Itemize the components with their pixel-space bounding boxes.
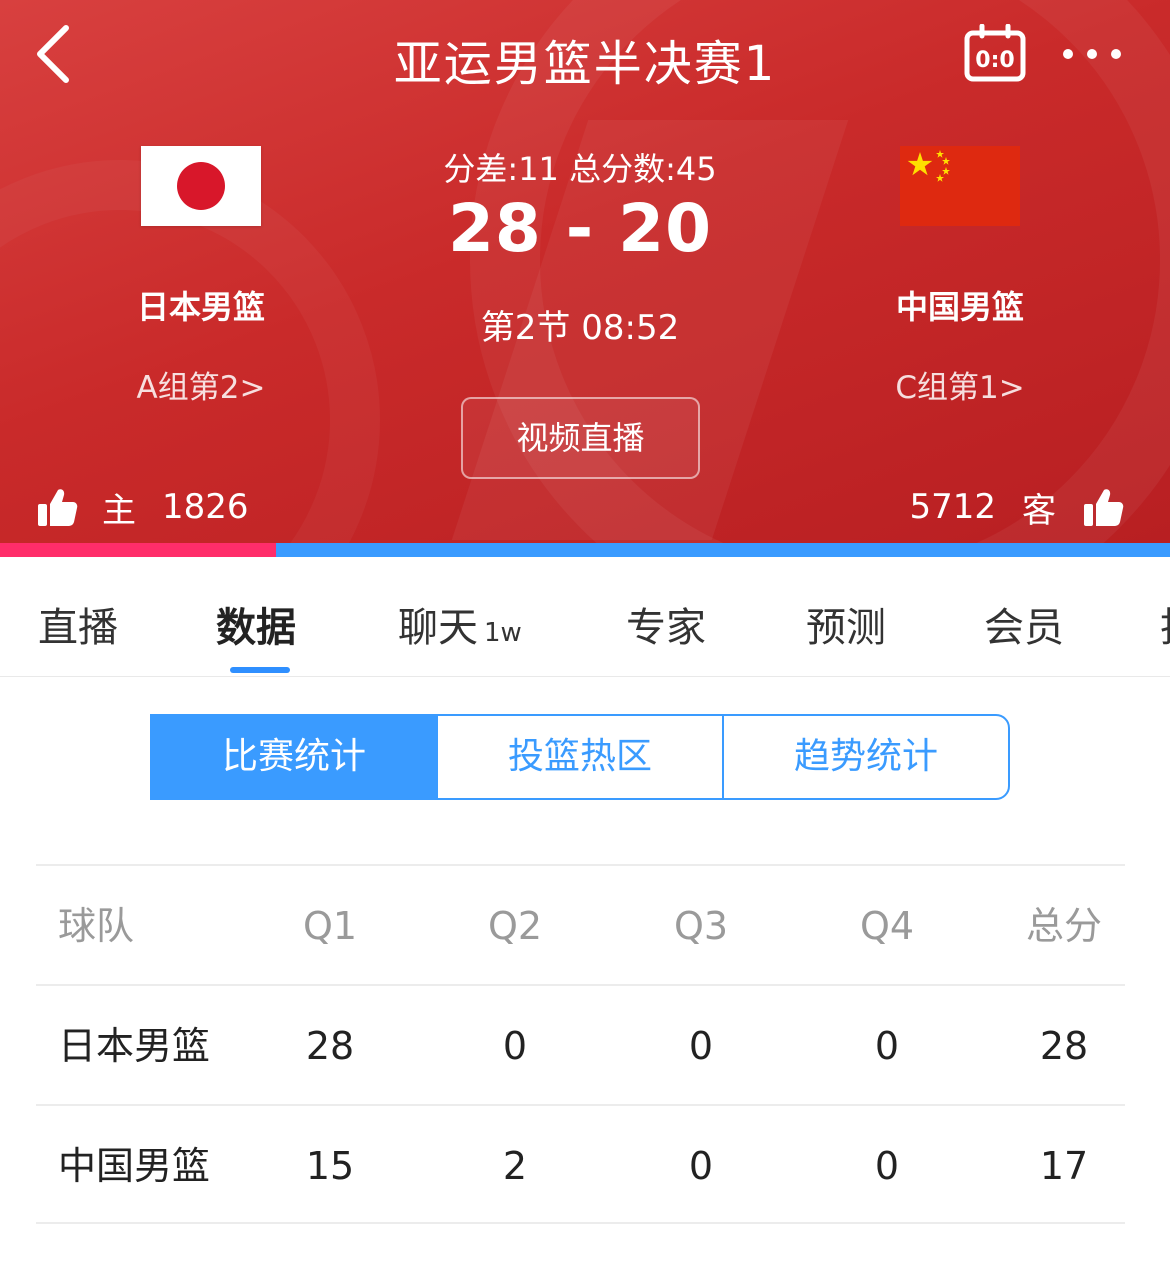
score-cell: 0 bbox=[874, 1144, 900, 1188]
home-like[interactable]: 主 1826 bbox=[36, 484, 249, 531]
score-cell: 0 bbox=[688, 1144, 714, 1188]
total-cell: 17 bbox=[1039, 1144, 1089, 1188]
column-header: 总分 bbox=[1025, 904, 1102, 948]
score-cell: 0 bbox=[874, 1024, 900, 1068]
china-flag-stars bbox=[900, 146, 1020, 226]
china-flag bbox=[900, 146, 1020, 226]
active-tab-indicator bbox=[230, 667, 290, 673]
table-header-row: 球队 Q1 Q2 Q3 Q4 总分 bbox=[36, 864, 1125, 984]
tab-bar: 直播 数据 聊天1w 专家 预测 会员 投 bbox=[0, 557, 1170, 677]
more-icon bbox=[1063, 49, 1121, 59]
scoreboard-button[interactable]: 0:0 bbox=[964, 23, 1026, 82]
segment-match-stats[interactable]: 比赛统计 bbox=[152, 716, 438, 798]
tab-overflow[interactable]: 投 bbox=[1160, 595, 1170, 653]
vote-home-fill bbox=[0, 543, 277, 557]
score-cell: 0 bbox=[688, 1024, 714, 1068]
team-cell: 中国男篮 bbox=[58, 1144, 211, 1188]
live-score: 28 - 20 bbox=[447, 190, 713, 267]
column-header: Q3 bbox=[673, 904, 729, 948]
tab-prediction[interactable]: 预测 bbox=[806, 595, 886, 653]
tab-live[interactable]: 直播 bbox=[38, 595, 118, 653]
column-header: Q4 bbox=[859, 904, 915, 948]
away-like-label: 客 bbox=[1022, 490, 1056, 531]
tab-label: 专家 bbox=[626, 605, 706, 651]
tab-experts[interactable]: 专家 bbox=[626, 595, 706, 653]
away-team-name[interactable]: 中国男篮 bbox=[840, 282, 1080, 328]
tab-chat[interactable]: 聊天 1w bbox=[398, 595, 522, 653]
score-diff-total: 分差:11 总分数:45 bbox=[443, 150, 717, 188]
thumbs-up-icon bbox=[1084, 489, 1124, 526]
back-arrow-icon bbox=[37, 25, 69, 83]
tab-label: 会员 bbox=[984, 605, 1064, 651]
score-cell: 0 bbox=[502, 1024, 528, 1068]
away-like[interactable]: 5712 客 bbox=[909, 484, 1124, 531]
tab-label: 直播 bbox=[38, 605, 118, 651]
chat-count-badge: 1w bbox=[484, 618, 522, 648]
match-header: 亚运男篮半决赛1 0:0 日本男篮 中国男篮 A组第2> C组第1> 分差:11… bbox=[0, 0, 1170, 543]
home-group-link[interactable]: A组第2> bbox=[81, 362, 321, 407]
home-like-count: 1826 bbox=[162, 487, 249, 527]
column-header: Q1 bbox=[302, 904, 358, 948]
japan-flag-sun bbox=[177, 162, 225, 210]
svg-text:0:0: 0:0 bbox=[975, 48, 1014, 73]
quarter-score-table: 球队 Q1 Q2 Q3 Q4 总分 日本男篮 28 0 0 0 28 中国男篮 … bbox=[36, 864, 1125, 1224]
score-cell: 15 bbox=[305, 1144, 355, 1188]
column-header: 球队 bbox=[58, 904, 135, 948]
score-cell: 2 bbox=[502, 1144, 528, 1188]
tab-label: 预测 bbox=[806, 605, 886, 651]
tab-label: 投 bbox=[1160, 605, 1170, 651]
tab-label: 数据 bbox=[216, 605, 296, 651]
thumbs-up-icon bbox=[38, 489, 78, 526]
vote-away-fill bbox=[276, 543, 1170, 557]
video-live-button[interactable]: 视频直播 bbox=[461, 397, 700, 479]
segment-shot-zones[interactable]: 投篮热区 bbox=[438, 716, 724, 798]
away-like-count: 5712 bbox=[909, 487, 996, 527]
home-team-name[interactable]: 日本男篮 bbox=[81, 282, 321, 328]
vote-ratio-bar bbox=[0, 543, 1170, 557]
table-row: 中国男篮 15 2 0 0 17 bbox=[36, 1104, 1125, 1224]
japan-flag bbox=[141, 146, 261, 226]
more-button[interactable] bbox=[1060, 34, 1124, 74]
stats-segmented-control: 比赛统计 投篮热区 趋势统计 bbox=[150, 714, 1010, 800]
table-row: 日本男篮 28 0 0 0 28 bbox=[36, 984, 1125, 1104]
away-group-link[interactable]: C组第1> bbox=[840, 362, 1080, 407]
total-cell: 28 bbox=[1039, 1024, 1089, 1068]
team-cell: 日本男篮 bbox=[58, 1024, 211, 1068]
tab-data[interactable]: 数据 bbox=[216, 595, 296, 653]
game-clock: 第2节 08:52 bbox=[480, 308, 680, 348]
back-button[interactable] bbox=[30, 22, 90, 86]
scoreboard-icon: 0:0 bbox=[964, 23, 1026, 82]
tab-membership[interactable]: 会员 bbox=[984, 595, 1064, 653]
home-like-label: 主 bbox=[102, 490, 136, 531]
page-title: 亚运男篮半决赛1 bbox=[393, 36, 777, 92]
segment-trend-stats[interactable]: 趋势统计 bbox=[724, 716, 1008, 798]
column-header: Q2 bbox=[487, 904, 543, 948]
score-cell: 28 bbox=[305, 1024, 355, 1068]
tab-label: 聊天 bbox=[398, 605, 478, 651]
